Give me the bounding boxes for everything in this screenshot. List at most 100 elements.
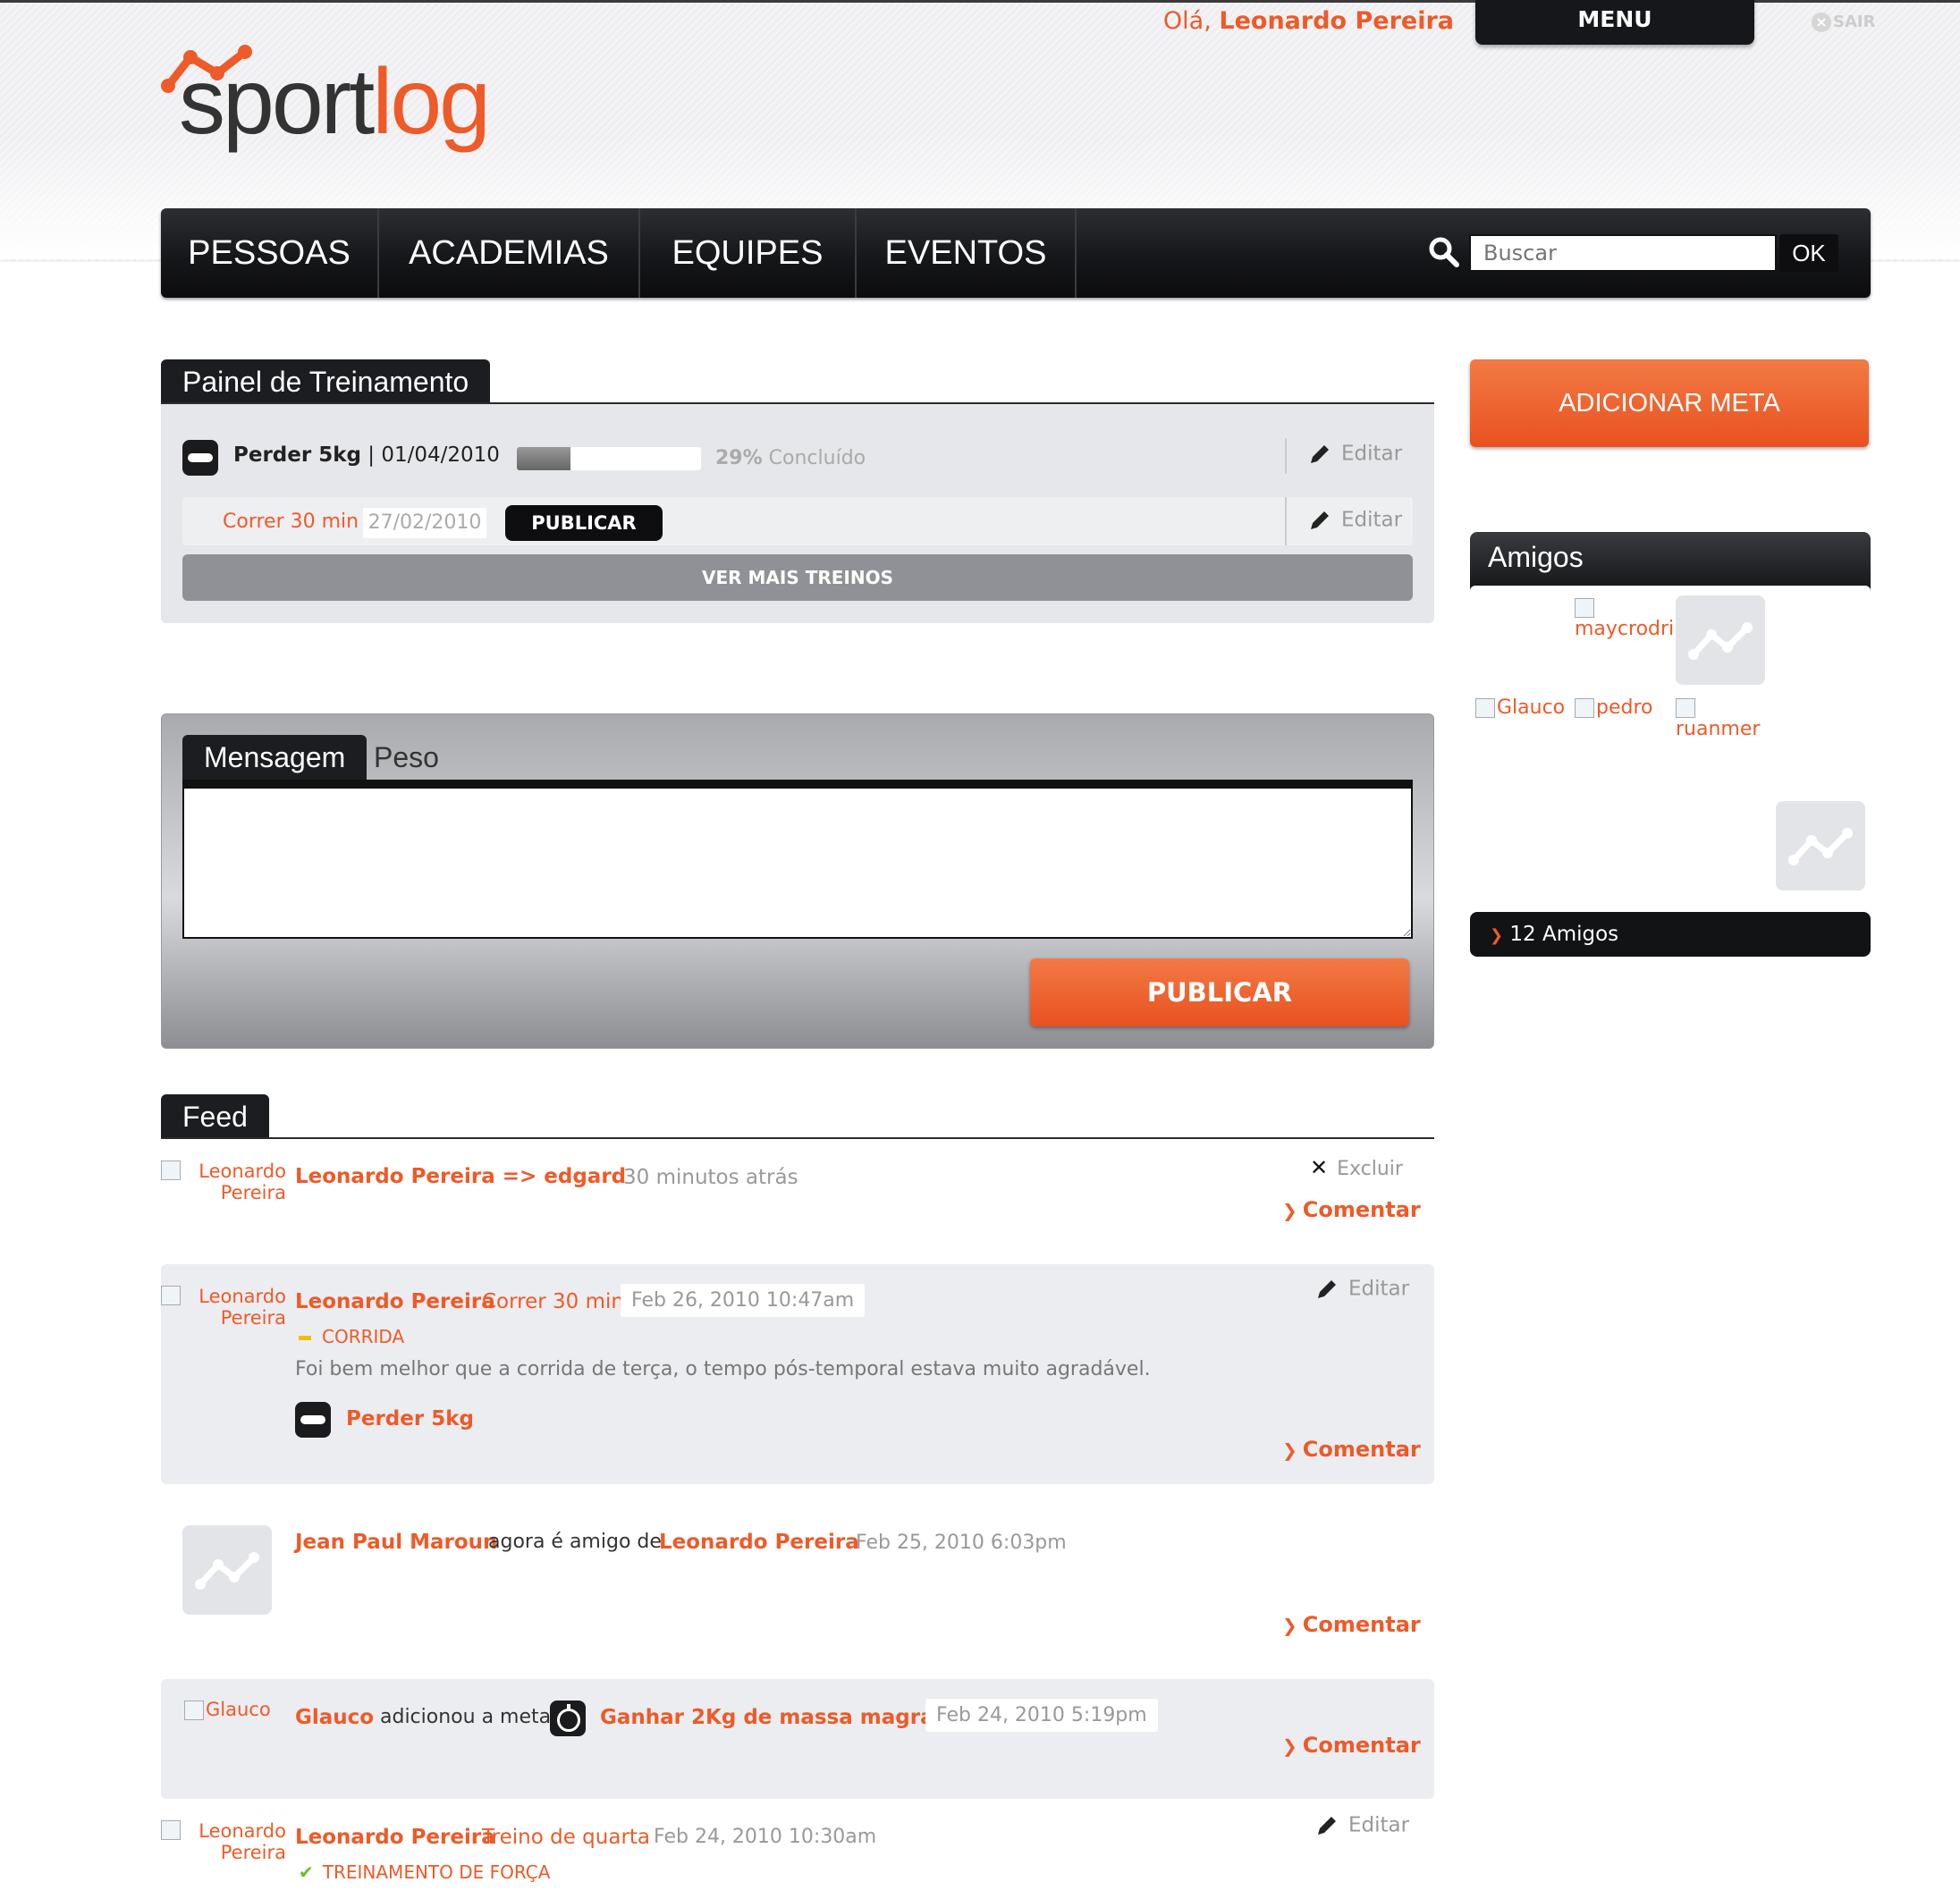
feed-item-date: Feb 26, 2010 10:47am [621,1284,866,1317]
feed-avatar[interactable]: Glauco [184,1699,271,1720]
feed-user-link[interactable]: Glauco [295,1706,374,1729]
feed-avatar[interactable]: Leonardo Pereira [161,1286,286,1329]
feed-avatar[interactable]: Leonardo Pereira [161,1160,286,1203]
broken-image-icon [1676,698,1695,718]
broken-image-icon [161,1160,181,1180]
training-panel-title: Painel de Treinamento [161,359,491,404]
broken-image-icon [184,1701,204,1720]
friends-count-link[interactable]: ❯ 12 Amigos [1470,912,1871,957]
greeting: Olá, Leonardo Pereira [1162,7,1454,35]
friend-avatar[interactable]: pedro [1575,697,1653,719]
nav-item-equipes[interactable]: EQUIPES [640,208,857,298]
feed-item-time: 30 minutos atrás [623,1166,798,1189]
broken-image-icon [1575,698,1594,718]
feed-edit-link[interactable]: Editar [1314,1277,1409,1302]
goal-edit-link[interactable]: Editar [1307,442,1402,467]
goal-icon [182,440,218,476]
goal-icon [295,1402,331,1438]
friend-avatar[interactable]: ruanmer [1676,697,1760,740]
message-textarea[interactable] [182,780,1413,939]
feed-activity-link[interactable]: Treino de quarta [482,1826,650,1849]
goal-name[interactable]: Perder 5kg [233,443,361,467]
greeting-user-name[interactable]: Leonardo Pereira [1219,7,1454,35]
chevron-right-icon: ❯ [1490,926,1504,945]
chevron-right-icon: ❯ [1282,1200,1297,1221]
comment-link[interactable]: ❯ Comentar [1282,1612,1421,1637]
nav-item-academias[interactable]: ACADEMIAS [379,208,640,298]
comment-link[interactable]: ❯ Comentar [1282,1733,1421,1758]
comment-link[interactable]: ❯ Comentar [1282,1437,1421,1462]
comment-link[interactable]: ❯ Comentar [1282,1197,1421,1222]
goal-progress-bar [517,447,701,470]
pencil-icon [1318,1817,1336,1835]
search-input[interactable] [1469,234,1777,272]
feed-item-text: Foi bem melhor que a corrida de terça, o… [295,1358,1151,1380]
menu-button[interactable]: MENU [1475,0,1754,45]
broken-image-icon [161,1286,181,1305]
search-ok-button[interactable]: OK [1779,234,1838,272]
tab-mensagem[interactable]: Mensagem [182,735,368,780]
close-circle-icon: × [1812,13,1831,32]
feed-item-date: Feb 24, 2010 10:30am [654,1826,877,1848]
goal-progress-text: 29% Concluído [715,447,866,469]
sportlog-placeholder-icon [195,1552,259,1590]
broken-image-icon [1475,698,1495,718]
divider [161,1137,1434,1139]
close-icon: ✕ [1310,1155,1329,1180]
workout-name[interactable]: Correr 30 min [223,511,359,533]
feed-user-link[interactable]: Leonardo Pereira [295,1290,495,1313]
feed-item-title[interactable]: Leonardo Pereira => edgard [295,1165,626,1188]
goal-summary: Perder 5kg | 01/04/2010 [233,443,500,467]
feed-delete-link[interactable]: ✕ Excluir [1310,1155,1403,1180]
workout-edit-link[interactable]: Editar [1307,508,1402,533]
goal-progress-fill [517,447,570,470]
feed-avatar-placeholder[interactable] [182,1525,272,1615]
see-more-workouts-button[interactable]: VER MAIS TREINOS [182,554,1413,601]
sportlog-placeholder-icon [1688,622,1753,660]
workout-date: 27/02/2010 [363,508,486,538]
feed-action-text: adicionou a meta: [380,1706,558,1728]
feed-target-link[interactable]: Leonardo Pereira [659,1531,859,1554]
feed-item-date: Feb 25, 2010 6:03pm [856,1532,1067,1554]
feed-avatar[interactable]: Leonardo Pereira [161,1820,286,1863]
feed-category: CORRIDA [295,1326,404,1347]
friends-title: Amigos [1488,541,1584,573]
logout-button[interactable]: × SAIR [1812,13,1875,32]
add-goal-button[interactable]: ADICIONAR META [1470,359,1869,447]
feed-user-link[interactable]: Leonardo Pereira [295,1826,495,1849]
category-run-icon [299,1336,311,1340]
feed-goal-link[interactable]: Perder 5kg [346,1407,474,1431]
feed-item-date: Feb 24, 2010 5:19pm [925,1699,1158,1732]
friend-avatar[interactable]: maycrodrigu [1575,597,1673,640]
feed-item [161,1679,1434,1799]
logo-text: sportlog [179,50,491,154]
message-publish-button[interactable]: PUBLICAR [1030,958,1409,1026]
search-icon [1429,237,1459,267]
divider [1285,438,1287,474]
feed-title: Feed [161,1094,269,1139]
stopwatch-icon [550,1701,586,1736]
workout-publish-button[interactable]: PUBLICAR [505,505,663,541]
feed-goal-link[interactable]: Ganhar 2Kg de massa magra [600,1706,934,1729]
nav-item-pessoas[interactable]: PESSOAS [161,208,379,298]
pencil-icon [1318,1280,1336,1298]
tab-peso[interactable]: Peso [374,735,439,780]
broken-image-icon [1575,598,1594,618]
feed-action-text: agora é amigo de [488,1531,662,1553]
feed-edit-link[interactable]: Editar [1314,1813,1409,1838]
broken-image-icon [161,1820,181,1840]
friends-header-notch [1470,586,1871,596]
checkmark-icon: ✔ [299,1861,314,1883]
goal-date: 01/04/2010 [381,443,500,467]
feed-category: ✔ TREINAMENTO DE FORÇA [299,1861,551,1883]
nav-item-eventos[interactable]: EVENTOS [857,208,1077,298]
friend-avatar[interactable]: Glauco [1475,697,1565,719]
pencil-icon [1311,511,1329,529]
feed-user-link[interactable]: Jean Paul Maroun [295,1531,497,1554]
sportlog-placeholder-icon [1788,828,1853,865]
feed-activity-link[interactable]: Correr 30 min [482,1290,624,1313]
chevron-right-icon: ❯ [1282,1615,1297,1636]
chevron-right-icon: ❯ [1282,1439,1297,1461]
friend-avatar-placeholder[interactable] [1676,595,1765,685]
friend-avatar-placeholder[interactable] [1776,801,1865,890]
